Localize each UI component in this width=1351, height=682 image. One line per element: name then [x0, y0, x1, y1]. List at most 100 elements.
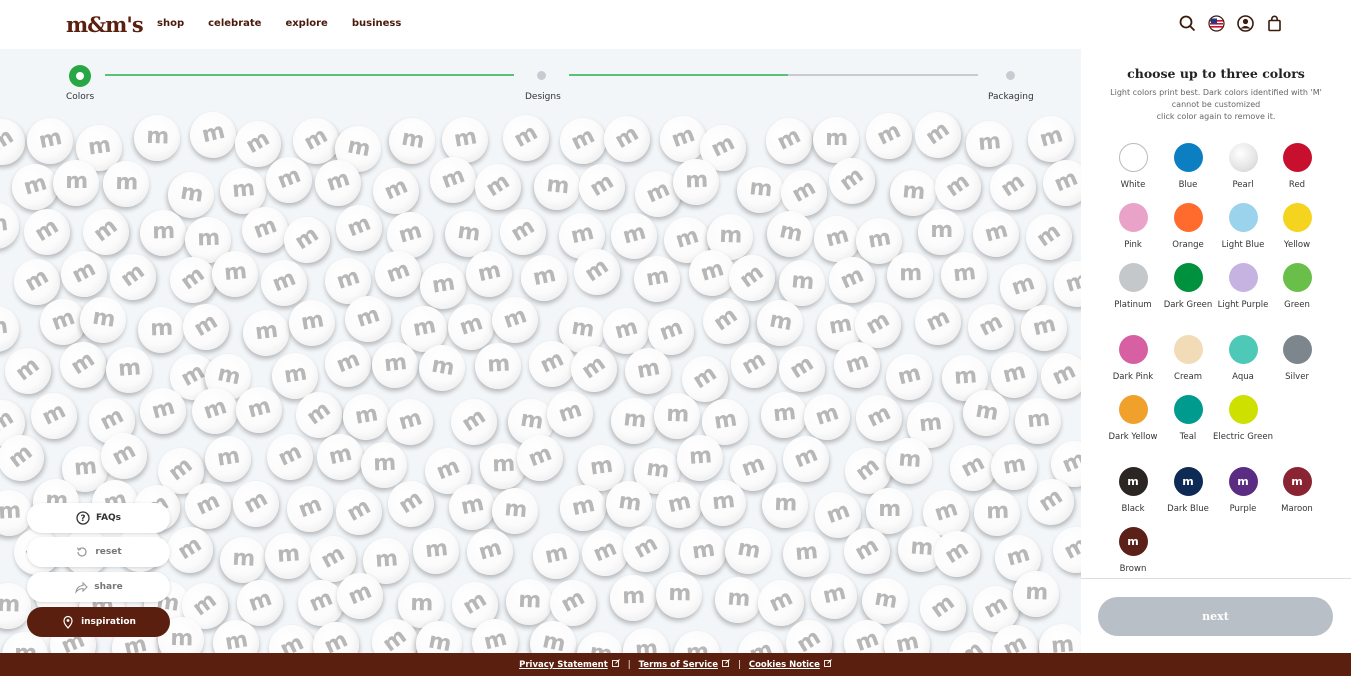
candy-decoration [368, 163, 424, 219]
reset-button[interactable]: reset [27, 537, 170, 567]
candy-decoration [17, 202, 77, 262]
nav-explore[interactable]: explore [285, 18, 327, 29]
external-link-icon [823, 659, 832, 667]
swatch-dot [1118, 263, 1148, 292]
swatch-label: Aqua [1232, 372, 1254, 382]
candy-decoration [26, 388, 82, 444]
candy-decoration [465, 527, 515, 577]
cookies-notice-link[interactable]: Cookies Notice [749, 659, 832, 670]
color-swatch-maroon[interactable]: m Maroon [1267, 467, 1327, 515]
candy-decoration [1012, 395, 1064, 447]
header-icons [1179, 15, 1283, 32]
candy-decoration [262, 429, 318, 485]
candy-decoration [288, 299, 336, 347]
candy-decoration [1018, 206, 1080, 268]
panel-divider [1081, 578, 1351, 579]
color-swatch-dark-yellow[interactable]: Dark Yellow [1103, 395, 1163, 443]
mms-logo[interactable]: m&m's [66, 12, 144, 37]
nav-shop[interactable]: shop [157, 18, 184, 29]
candy-decoration [761, 113, 817, 169]
step-colors-dot[interactable] [69, 65, 91, 87]
color-swatch-purple[interactable]: m Purple [1213, 467, 1273, 515]
color-swatch-pink[interactable]: Pink [1103, 203, 1163, 251]
step-designs-dot[interactable] [537, 71, 546, 80]
swatch-label: Orange [1172, 240, 1204, 250]
faqs-button[interactable]: ? FAQs [27, 503, 170, 533]
instructions-line-2: cannot be customized [1171, 100, 1261, 109]
color-swatch-dark-green[interactable]: Dark Green [1158, 263, 1218, 311]
dark-color-mark: m [1182, 475, 1194, 488]
swatch-dot [1282, 143, 1312, 172]
nav-business[interactable]: business [352, 18, 401, 29]
footer-separator: | [737, 659, 741, 670]
cart-icon[interactable] [1266, 15, 1283, 32]
candy-decoration [234, 385, 284, 435]
nav-celebrate[interactable]: celebrate [208, 18, 261, 29]
color-swatch-silver[interactable]: Silver [1267, 335, 1327, 383]
swatch-dot [1118, 203, 1148, 232]
search-icon[interactable] [1179, 15, 1196, 32]
candy-decoration [671, 628, 723, 653]
candy-decoration [884, 622, 930, 653]
step-label-packaging: Packaging [988, 92, 1034, 102]
next-button[interactable]: next [1098, 597, 1333, 636]
color-swatch-aqua[interactable]: Aqua [1213, 335, 1273, 383]
swatch-label: Blue [1178, 180, 1198, 190]
color-swatch-orange[interactable]: Orange [1158, 203, 1218, 251]
candy-decoration [651, 567, 707, 623]
color-swatch-black[interactable]: m Black [1103, 467, 1163, 515]
candy-decoration [385, 397, 435, 447]
privacy-label: Privacy Statement [519, 660, 608, 670]
svg-text:?: ? [80, 514, 85, 524]
color-swatch-dark-blue[interactable]: m Dark Blue [1158, 467, 1218, 515]
candy-decoration [970, 486, 1024, 540]
color-swatch-red[interactable]: Red [1267, 143, 1327, 191]
candy-decoration [851, 390, 907, 446]
account-icon[interactable] [1237, 15, 1254, 32]
color-swatch-teal[interactable]: Teal [1158, 395, 1218, 443]
color-swatch-brown[interactable]: m Brown [1103, 527, 1163, 575]
candy-decoration [176, 297, 236, 357]
color-picker-panel: choose up to three colors Light colors p… [1081, 49, 1351, 653]
color-swatch-blue[interactable]: Blue [1158, 143, 1218, 191]
candy-decoration [772, 339, 832, 399]
site-header: m&m's shop celebrate explore business [0, 0, 1351, 49]
color-swatch-white[interactable]: White [1103, 143, 1163, 191]
color-swatch-platinum[interactable]: Platinum [1103, 263, 1163, 311]
color-swatch-cream[interactable]: Cream [1158, 335, 1218, 383]
terms-of-service-link[interactable]: Terms of Service [639, 659, 730, 670]
candy-decoration [1020, 304, 1068, 352]
inspiration-button[interactable]: inspiration [27, 607, 170, 637]
color-swatch-yellow[interactable]: Yellow [1267, 203, 1327, 251]
swatch-dot [1173, 335, 1203, 364]
privacy-statement-link[interactable]: Privacy Statement [519, 659, 620, 670]
candy-decoration [316, 433, 364, 481]
color-swatch-light-blue[interactable]: Light Blue [1213, 203, 1273, 251]
share-button[interactable]: share [27, 572, 170, 602]
us-flag-icon[interactable] [1208, 15, 1225, 32]
swatch-dot: m [1118, 467, 1148, 496]
color-swatch-light-purple[interactable]: Light Purple [1213, 263, 1273, 311]
panel-instructions: Light colors print best. Dark colors ide… [1101, 87, 1331, 123]
candy-decoration [382, 111, 442, 171]
inspiration-label: inspiration [81, 617, 136, 627]
swatch-label: Silver [1285, 372, 1309, 382]
external-link-icon [722, 659, 730, 667]
color-swatch-pearl[interactable]: Pearl [1213, 143, 1273, 191]
candy-decoration [493, 202, 553, 262]
candy-decoration [1036, 348, 1081, 404]
swatch-dot [1118, 143, 1148, 172]
color-swatch-green[interactable]: Green [1267, 263, 1327, 311]
color-swatch-dark-pink[interactable]: Dark Pink [1103, 335, 1163, 383]
candy-decoration [801, 391, 853, 443]
color-swatch-electric-green[interactable]: Electric Green [1213, 395, 1273, 443]
swatch-label: Yellow [1283, 240, 1311, 250]
swatch-dot [1282, 335, 1312, 364]
swatch-label: Maroon [1281, 504, 1313, 514]
candy-decoration [735, 628, 787, 653]
candy-decoration [990, 443, 1038, 491]
step-packaging-dot[interactable] [1006, 71, 1015, 80]
question-icon: ? [76, 511, 90, 525]
candy-decoration [227, 475, 285, 533]
candy-decoration [910, 294, 966, 350]
